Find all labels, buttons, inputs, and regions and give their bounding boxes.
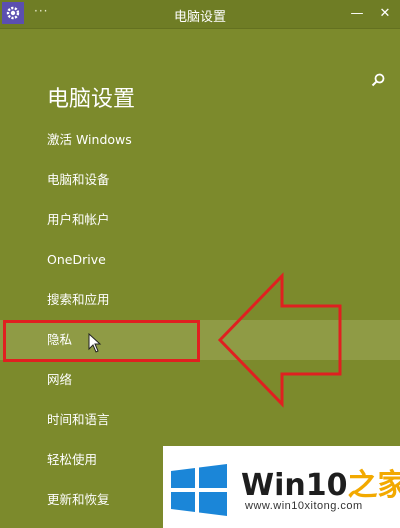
- search-icon[interactable]: [370, 72, 386, 88]
- menu-item-activate-windows[interactable]: 激活 Windows: [0, 120, 400, 160]
- menu-item-label: 更新和恢复: [47, 492, 110, 507]
- window-title: 电脑设置: [173, 10, 226, 25]
- menu-item-label: 轻松使用: [47, 452, 98, 467]
- left-arrow-annotation: [217, 272, 342, 408]
- menu-item-label: 搜索和应用: [47, 292, 110, 307]
- menu-item-label: 网络: [47, 372, 73, 387]
- menu-item-label: OneDrive: [47, 252, 106, 267]
- menu-item-label: 激活 Windows: [47, 132, 132, 147]
- page-title: 电脑设置: [47, 86, 136, 112]
- menu-item-label: 用户和帐户: [47, 212, 110, 227]
- windows-logo-icon: [171, 464, 227, 516]
- menu-item-label: 时间和语言: [47, 412, 110, 427]
- minimize-button[interactable]: —: [346, 2, 368, 24]
- menu-item-label: 电脑和设备: [47, 172, 110, 187]
- title-bar: ··· 电脑设置 — ✕: [0, 0, 400, 29]
- brand-main: Win10: [241, 468, 348, 503]
- site-url: www.win10xitong.com: [245, 500, 363, 512]
- mouse-cursor-icon: [88, 333, 102, 353]
- brand-name: Win10之家: [241, 460, 400, 504]
- brand-accent: 之家: [347, 468, 400, 503]
- close-button[interactable]: ✕: [374, 2, 396, 24]
- menu-item-accounts[interactable]: 用户和帐户: [0, 200, 400, 240]
- watermark-logo: Win10之家 www.win10xitong.com: [163, 446, 400, 528]
- menu-item-pc-and-devices[interactable]: 电脑和设备: [0, 160, 400, 200]
